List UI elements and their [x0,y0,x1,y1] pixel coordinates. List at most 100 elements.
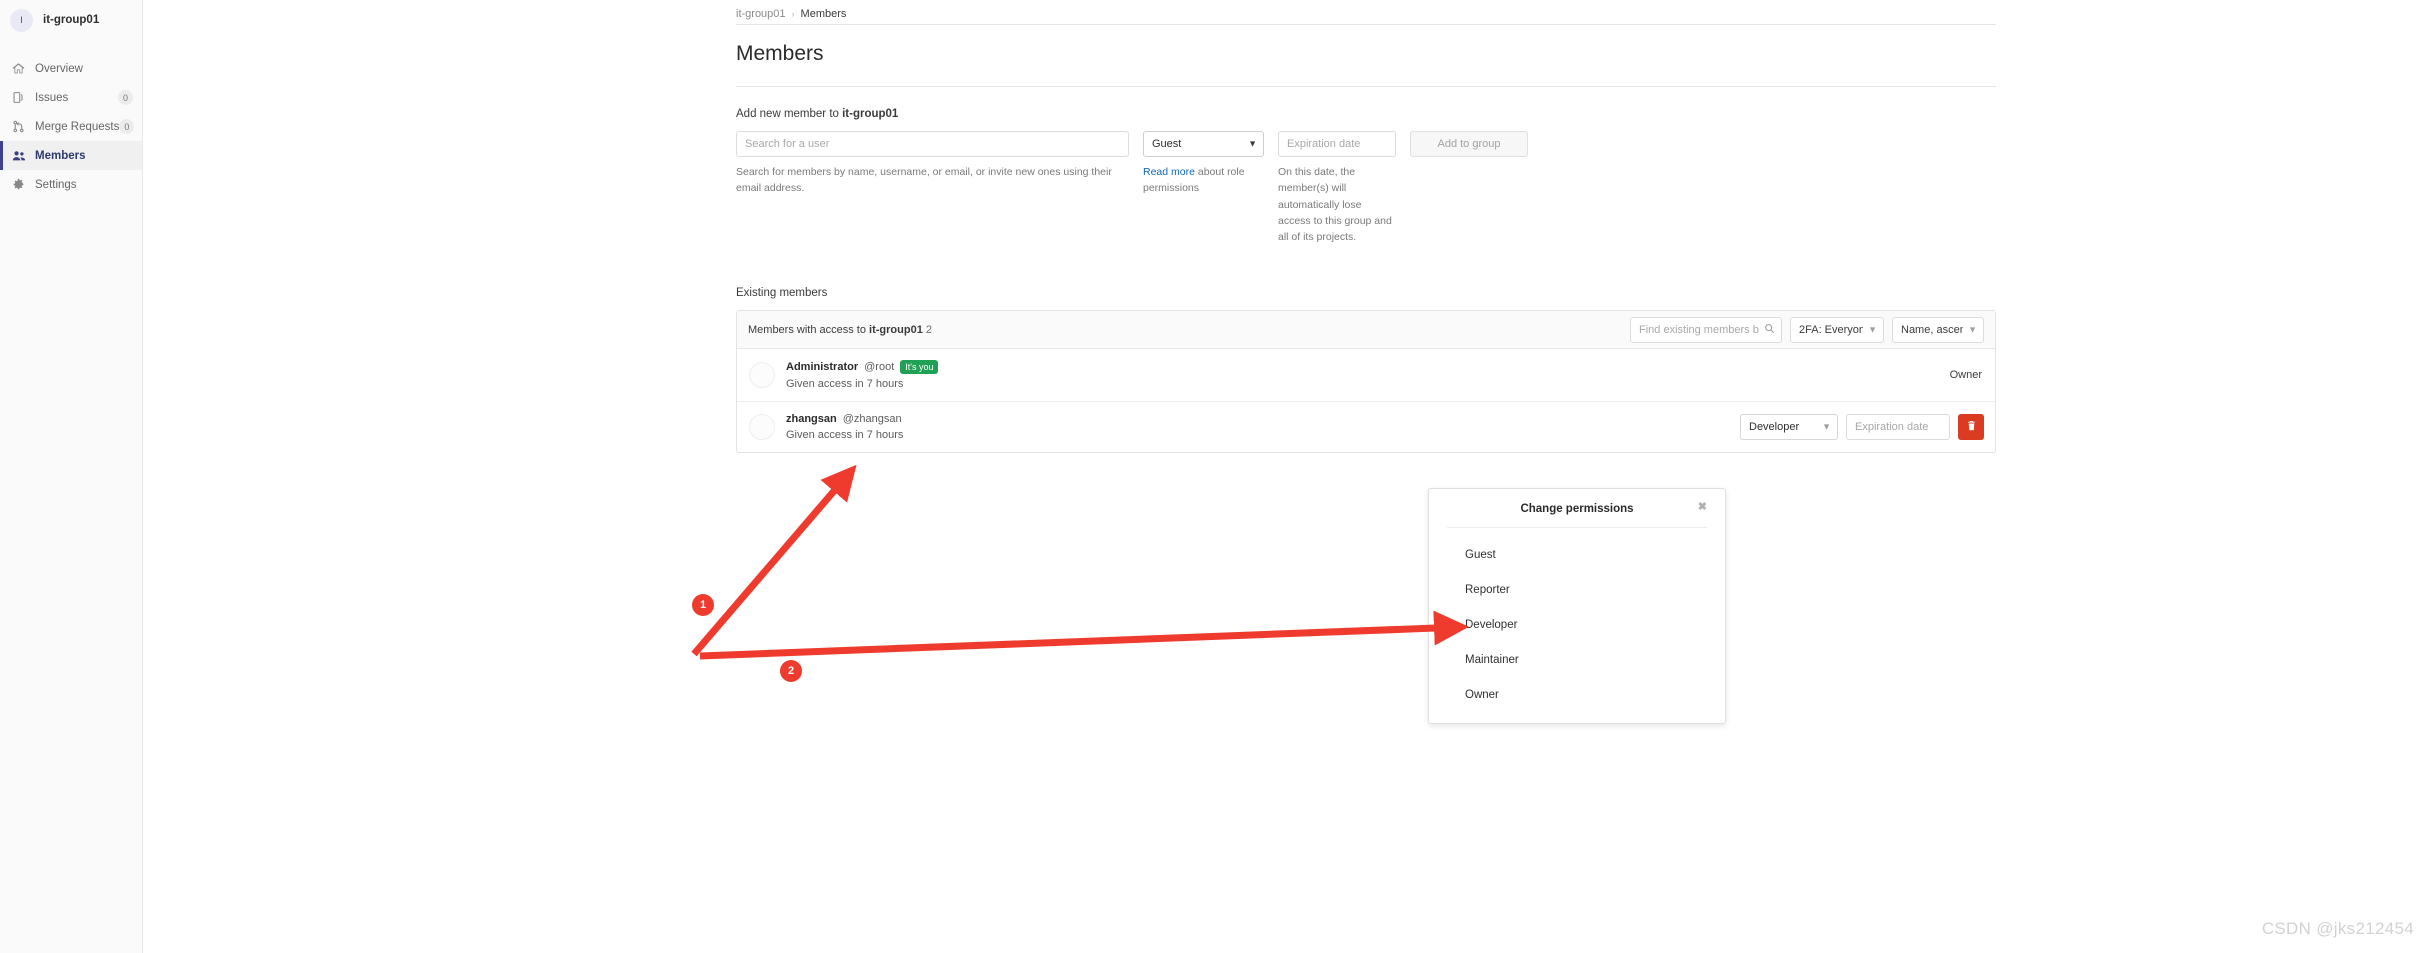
member-role-static: Owner [1949,369,1982,382]
sidebar-item-badge: 0 [119,119,135,134]
annotation-marker-2: 2 [780,660,802,682]
sidebar-item-label: Overview [35,62,83,75]
expiration-date-input[interactable] [1278,131,1396,157]
issue-icon [11,90,26,105]
member-controls: Owner [1950,369,1984,381]
sort-select[interactable]: Name, ascending [1892,316,1984,343]
main-content: it-group01 › Members Members Add new mem… [143,0,2432,953]
sidebar-item-label: Settings [35,178,77,191]
change-permissions-title-bar: Change permissions ✖ [1447,489,1707,528]
add-member-heading-group: it-group01 [842,108,899,120]
find-members-input[interactable] [1630,316,1782,343]
menu-item-owner[interactable]: ✔ Owner [1429,677,1725,712]
member-role-select[interactable]: Developer [1740,414,1838,441]
menu-item-label: Reporter [1465,583,1510,596]
member-access-text: Given access in 7 hours [786,429,904,442]
members-access-group: it-group01 [869,323,923,336]
sidebar-item-badge: 0 [118,90,133,105]
filter-2fa-select[interactable]: 2FA: Everyone [1790,316,1884,343]
role-help-text: Read more about role permissions [1143,164,1264,197]
sidebar-item-issues[interactable]: Issues 0 [0,83,142,112]
close-icon[interactable]: ✖ [1698,502,1707,513]
search-for-user-input[interactable] [736,131,1129,157]
remove-member-button[interactable] [1958,414,1984,441]
role-select[interactable]: Guest [1143,131,1264,157]
content-column: it-group01 › Members Members Add new mem… [736,0,1996,454]
menu-item-guest[interactable]: ✔ Guest [1429,537,1725,572]
sidebar-item-label: Members [35,149,86,162]
breadcrumb: it-group01 › Members [736,0,1996,24]
members-access-title: Members with access to it-group01 2 [748,324,932,336]
member-controls: Developer ▼ [1740,414,1984,441]
member-expiration-input[interactable] [1846,414,1950,441]
sidebar-item-label: Merge Requests [35,120,120,133]
screenshot-root: I it-group01 Overview Issues 0 Merge Req… [0,0,2432,953]
merge-request-icon [11,119,26,134]
member-handle[interactable]: @zhangsan [843,413,902,425]
table-row: Administrator @root It's you Given acces… [737,349,1995,403]
sidebar-item-merge-requests[interactable]: Merge Requests 0 [0,112,142,141]
existing-members-card: Members with access to it-group01 2 Find… [736,310,1996,454]
home-icon [11,61,26,76]
search-help-text: Search for members by name, username, or… [736,166,1112,195]
sidebar-item-settings[interactable]: Settings [0,170,142,199]
breadcrumb-separator-icon: › [791,9,795,19]
group-avatar: I [10,8,33,32]
member-handle[interactable]: @root [864,361,894,373]
change-permissions-title: Change permissions [1520,503,1634,515]
member-identity: Administrator @root It's you [786,360,939,375]
breadcrumb-group-link[interactable]: it-group01 [736,8,786,20]
change-permissions-list: ✔ Guest ✔ Reporter ✔ Developer ✔ Maintai… [1429,528,1725,723]
menu-item-developer[interactable]: ✔ Developer [1429,607,1725,642]
page-title: Members [736,42,824,65]
trash-icon [1966,420,1977,434]
menu-item-label: Maintainer [1465,653,1519,666]
member-access-text: Given access in 7 hours [786,378,904,391]
filter-2fa-group: 2FA: Everyone ▼ [1790,316,1884,343]
add-member-heading-prefix: Add new member to [736,108,843,120]
menu-item-maintainer[interactable]: ✔ Maintainer [1429,642,1725,677]
avatar [749,362,775,389]
members-count: 2 [925,323,932,336]
change-permissions-menu: Change permissions ✖ ✔ Guest ✔ Reporter … [1428,488,1726,724]
menu-item-label: Owner [1465,688,1499,701]
add-member-form: Search for members by name, username, or… [736,131,1996,245]
member-name[interactable]: Administrator [786,361,858,373]
menu-item-reporter[interactable]: ✔ Reporter [1429,572,1725,607]
members-toolbar-controls: 2FA: Everyone ▼ Name, ascending ▼ [1630,316,1984,343]
member-identity: zhangsan @zhangsan [786,413,903,425]
find-members-group [1630,316,1782,343]
menu-item-label: Developer [1465,618,1518,631]
group-name: it-group01 [43,14,100,26]
add-member-submit-group: Add to group [1410,131,1528,157]
menu-item-label: Guest [1465,548,1496,561]
avatar [749,414,775,441]
read-more-link[interactable]: Read more [1143,166,1195,178]
add-member-role-group: Guest ▼ Read more about role permissions [1143,131,1264,197]
sort-group: Name, ascending ▼ [1892,316,1984,343]
member-info: Administrator @root It's you Given acces… [786,360,939,391]
group-brand[interactable]: I it-group01 [0,2,142,38]
status-badge: It's you [900,360,939,375]
member-role-select-group: Developer ▼ [1740,414,1838,441]
sidebar-item-members[interactable]: Members [0,141,142,170]
sidebar-nav: Overview Issues 0 Merge Requests 0 Membe… [0,54,142,199]
table-row: zhangsan @zhangsan Given access in 7 hou… [737,402,1995,452]
member-info: zhangsan @zhangsan Given access in 7 hou… [786,413,903,441]
members-icon [11,148,26,163]
annotation-marker-1: 1 [692,594,714,616]
existing-members-section: Existing members Members with access to … [736,287,1996,454]
sidebar: I it-group01 Overview Issues 0 Merge Req… [0,0,143,953]
member-name[interactable]: zhangsan [786,413,837,425]
check-icon: ✔ [1443,619,1453,631]
add-to-group-button[interactable]: Add to group [1410,131,1528,157]
sidebar-item-label: Issues [35,91,69,104]
gear-icon [11,177,26,192]
add-member-expiration-group: On this date, the member(s) will automat… [1278,131,1396,245]
sidebar-item-overview[interactable]: Overview [0,54,142,83]
members-access-prefix: Members with access to [748,323,870,336]
existing-members-label: Existing members [736,287,828,300]
add-member-heading: Add new member to it-group01 [736,87,1996,120]
existing-members-toolbar: Members with access to it-group01 2 Find… [737,311,1995,350]
add-member-search-group: Search for members by name, username, or… [736,131,1129,197]
